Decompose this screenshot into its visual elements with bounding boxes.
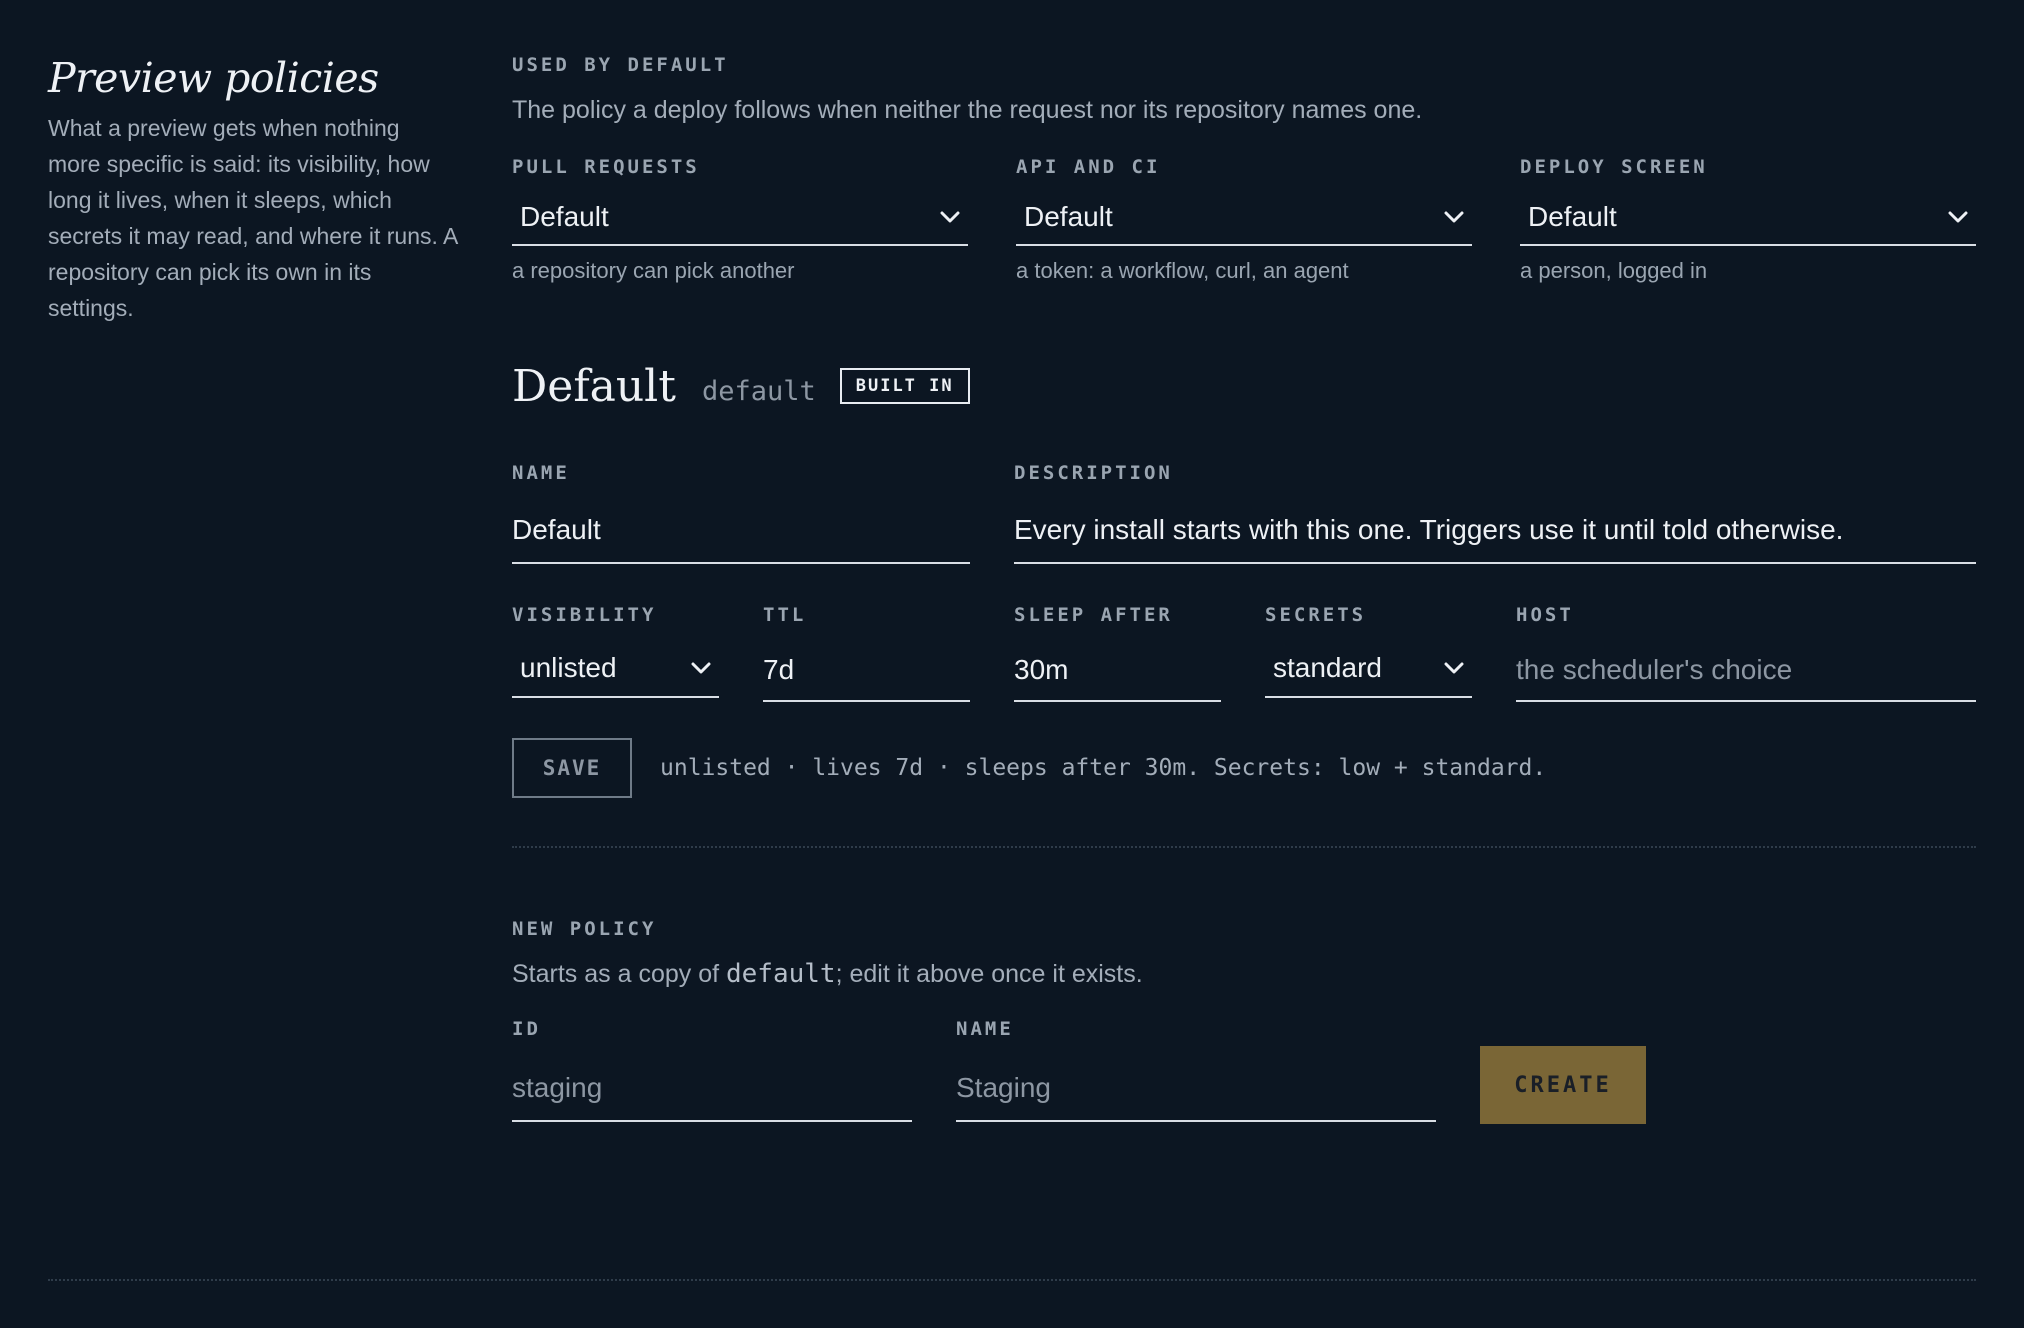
new-policy-section: NEW POLICY Starts as a copy of default; … — [512, 916, 1976, 1124]
deploy-screen-hint: a person, logged in — [1520, 258, 1708, 283]
secrets-value: standard — [1273, 652, 1382, 683]
new-policy-name-input[interactable]: Staging — [956, 1056, 1436, 1122]
sleep-after-field: SLEEP AFTER 30m — [1014, 602, 1221, 702]
policy-name-row: NAME Default DESCRIPTION Every install s… — [512, 460, 1976, 564]
policy-title: Default — [512, 360, 676, 412]
defaults-help: The policy a deploy follows when neither… — [512, 96, 1423, 124]
host-input[interactable]: the scheduler's choice — [1516, 640, 1976, 702]
api-ci-value: Default — [1024, 201, 1113, 232]
visibility-field: VISIBILITY unlisted — [512, 602, 719, 702]
deploy-screen-field: DEPLOY SCREEN Default a person, logged i… — [1520, 154, 1976, 286]
new-policy-id-label: ID — [512, 1018, 541, 1040]
api-ci-field: API AND CI Default a token: a workflow, … — [1016, 154, 1472, 286]
host-field: HOST the scheduler's choice — [1516, 602, 1976, 702]
api-ci-hint: a token: a workflow, curl, an agent — [1016, 258, 1349, 283]
visibility-value: unlisted — [520, 652, 617, 683]
deploy-screen-value: Default — [1528, 201, 1617, 232]
chevron-down-icon — [1444, 211, 1464, 223]
sleep-after-value: 30m — [1014, 654, 1069, 685]
page-description: What a preview gets when nothing more sp… — [48, 115, 458, 321]
sleep-after-label: SLEEP AFTER — [1014, 604, 1173, 626]
policy-summary: unlisted · lives 7d · sleeps after 30m. … — [660, 755, 1547, 781]
policy-name-field: NAME Default — [512, 460, 970, 564]
built-in-badge: BUILT IN — [839, 368, 970, 404]
sidebar-intro: Preview policies What a preview gets whe… — [48, 50, 458, 326]
chevron-down-icon — [940, 211, 960, 223]
section-divider — [512, 846, 1976, 848]
pull-requests-select[interactable]: Default — [512, 190, 968, 246]
policy-settings-row: VISIBILITY unlisted TTL 7d SLEEP AFTER 3… — [512, 602, 1976, 702]
policy-header: Default default BUILT IN — [512, 356, 1976, 416]
new-policy-name-placeholder: Staging — [956, 1072, 1051, 1103]
api-ci-select[interactable]: Default — [1016, 190, 1472, 246]
policy-description-label: DESCRIPTION — [1014, 462, 1173, 484]
policy-description-value: Every install starts with this one. Trig… — [1014, 514, 1844, 545]
new-policy-form: ID staging NAME Staging CREATE — [512, 1016, 1976, 1124]
pull-requests-value: Default — [520, 201, 609, 232]
defaults-heading: USED BY DEFAULT — [512, 54, 729, 76]
chevron-down-icon — [691, 662, 711, 674]
new-policy-help-after: ; edit it above once it exists. — [835, 960, 1143, 988]
policy-id: default — [701, 375, 816, 407]
new-policy-help: Starts as a copy of default; edit it abo… — [512, 956, 1976, 992]
deploy-screen-label: DEPLOY SCREEN — [1520, 156, 1708, 178]
chevron-down-icon — [1948, 211, 1968, 223]
defaults-section: USED BY DEFAULT The policy a deploy foll… — [512, 52, 1976, 286]
visibility-label: VISIBILITY — [512, 604, 657, 626]
secrets-select[interactable]: standard — [1265, 640, 1472, 698]
save-button[interactable]: SAVE — [512, 738, 632, 798]
pull-requests-field: PULL REQUESTS Default a repository can p… — [512, 154, 968, 286]
preview-policies-page: Preview policies What a preview gets whe… — [0, 0, 2024, 1328]
chevron-down-icon — [1444, 662, 1464, 674]
secrets-label: SECRETS — [1265, 604, 1367, 626]
new-policy-help-code: default — [726, 959, 836, 989]
bottom-divider — [48, 1279, 1976, 1281]
host-placeholder: the scheduler's choice — [1516, 654, 1793, 685]
api-ci-label: API AND CI — [1016, 156, 1161, 178]
deploy-screen-select[interactable]: Default — [1520, 190, 1976, 246]
policy-name-value: Default — [512, 514, 601, 545]
new-policy-heading: NEW POLICY — [512, 918, 657, 940]
sleep-after-input[interactable]: 30m — [1014, 640, 1221, 702]
create-button[interactable]: CREATE — [1480, 1046, 1646, 1124]
new-policy-id-field: ID staging — [512, 1016, 912, 1122]
ttl-value: 7d — [763, 654, 795, 685]
policy-name-input[interactable]: Default — [512, 498, 970, 564]
new-policy-id-input[interactable]: staging — [512, 1056, 912, 1122]
save-row: SAVE unlisted · lives 7d · sleeps after … — [512, 738, 1976, 798]
policy-description-field: DESCRIPTION Every install starts with th… — [1014, 460, 1976, 564]
ttl-field: TTL 7d — [763, 602, 970, 702]
new-policy-name-field: NAME Staging — [956, 1016, 1436, 1122]
new-policy-id-placeholder: staging — [512, 1072, 603, 1103]
ttl-input[interactable]: 7d — [763, 640, 970, 702]
defaults-selects: PULL REQUESTS Default a repository can p… — [512, 154, 1976, 286]
policy-name-label: NAME — [512, 462, 570, 484]
policy-description-input[interactable]: Every install starts with this one. Trig… — [1014, 498, 1976, 564]
new-policy-help-before: Starts as a copy of — [512, 960, 726, 988]
secrets-field: SECRETS standard — [1265, 602, 1472, 702]
pull-requests-label: PULL REQUESTS — [512, 156, 700, 178]
page-title: Preview policies — [48, 54, 379, 102]
visibility-select[interactable]: unlisted — [512, 640, 719, 698]
new-policy-name-label: NAME — [956, 1018, 1014, 1040]
host-label: HOST — [1516, 604, 1574, 626]
main-content: USED BY DEFAULT The policy a deploy foll… — [512, 52, 1976, 1124]
ttl-label: TTL — [763, 604, 807, 626]
pull-requests-hint: a repository can pick another — [512, 258, 795, 283]
